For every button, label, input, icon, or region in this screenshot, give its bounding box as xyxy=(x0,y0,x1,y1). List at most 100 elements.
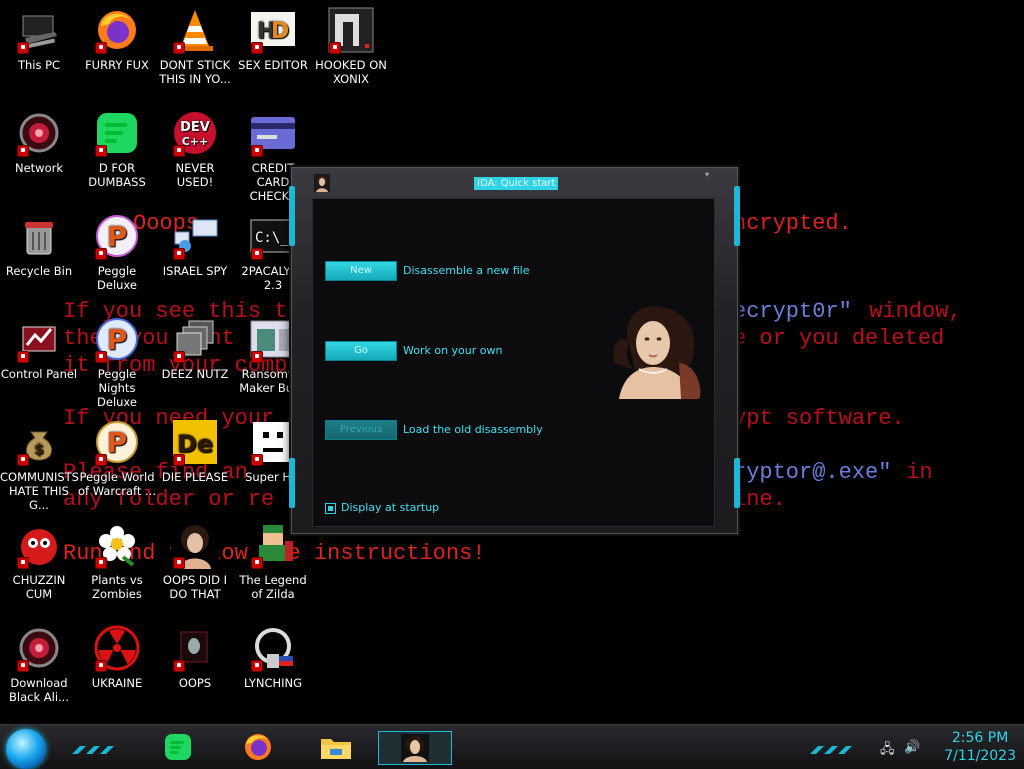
taskbar-file-explorer[interactable] xyxy=(318,731,354,763)
hxd-icon: HD xyxy=(249,6,297,54)
folder-icon xyxy=(321,739,351,759)
windows-stack-icon xyxy=(171,315,219,363)
vlc-cone-icon xyxy=(171,6,219,54)
network-icon xyxy=(15,109,63,157)
go-button[interactable]: Go xyxy=(325,341,397,361)
de-icon: De xyxy=(171,418,219,466)
frame-accent-right-bottom xyxy=(734,458,740,508)
clock-date: 7/11/2023 xyxy=(944,748,1016,764)
new-button[interactable]: New xyxy=(325,261,397,281)
portrait-image xyxy=(609,303,703,399)
wallpaper-line-3-right: e or you deleted xyxy=(733,326,945,351)
desktop-icon-peggle-nights[interactable]: P Peggle Nights Deluxe xyxy=(78,309,156,409)
wallpaper-line-2-right: window, xyxy=(856,299,962,324)
desktop-icon-this-pc[interactable]: This PC xyxy=(0,0,78,72)
desktop-icon-deez-nutz[interactable]: DEEZ NUTZ xyxy=(156,309,234,381)
volume-icon[interactable]: 🔊 xyxy=(904,740,920,755)
peggle-icon: P xyxy=(93,418,141,466)
previous-button[interactable]: Previous xyxy=(325,420,397,440)
desktop-icon-oops[interactable]: OOPS xyxy=(156,618,234,690)
svg-text:DEV: DEV xyxy=(180,120,210,135)
desktop-icon-recycle-bin[interactable]: Recycle Bin xyxy=(0,206,78,278)
taskbar-decor-right xyxy=(810,739,854,754)
ida-quick-start-window[interactable]: IDA: Quick start ▾ New Disassemble a new… xyxy=(289,167,740,534)
desktop-icon-control-panel[interactable]: Control Panel xyxy=(0,309,78,381)
pixel-hero-icon xyxy=(249,521,297,569)
network-icon xyxy=(15,624,63,672)
dev-cpp-icon: DEV C++ xyxy=(171,109,219,157)
network-computers-icon xyxy=(171,212,219,260)
desktop-icon-plants-vs-zombies[interactable]: Plants vs Zombies xyxy=(78,515,156,601)
xonix-icon xyxy=(327,6,375,54)
firefox-icon xyxy=(245,734,271,760)
clock[interactable]: 2:56 PM 7/11/2023 xyxy=(944,729,1016,765)
wallpaper-line-2-blue: ecrypt0r" xyxy=(733,299,852,324)
desktop-icon-d-for-dumbass[interactable]: D FOR DUMBASS xyxy=(78,103,156,189)
new-description: Disassemble a new file xyxy=(403,264,530,277)
desktop-icon-ukraine[interactable]: UKRAINE xyxy=(78,618,156,690)
radiation-icon xyxy=(93,624,141,672)
computer-icon xyxy=(15,6,63,54)
start-button[interactable] xyxy=(6,729,46,769)
desktop-icon-oops-did-i[interactable]: OOPS DID I DO THAT xyxy=(156,515,234,601)
spotify-icon xyxy=(93,109,141,157)
network-tray-icon[interactable]: 🖧 xyxy=(880,740,895,762)
desktop-icon-download-black-ali[interactable]: Download Black Ali... xyxy=(0,618,78,704)
desktop-icon-peggle-wow[interactable]: P Peggle World of Warcraft ... xyxy=(78,412,156,498)
wallpaper-line-5-right: ypt software. xyxy=(733,406,905,431)
control-panel-icon xyxy=(15,315,63,363)
desktop-icon-hooked-on-xonix[interactable]: HOOKED ON XONIX xyxy=(312,0,390,86)
app-window-icon xyxy=(249,315,297,363)
taskbar-firefox[interactable] xyxy=(240,731,276,763)
oops-icon xyxy=(171,624,219,672)
peggle-icon: P xyxy=(93,212,141,260)
desktop-icon-peggle-deluxe[interactable]: P Peggle Deluxe xyxy=(78,206,156,292)
desktop-icon-israel-spy[interactable]: ISRAEL SPY xyxy=(156,206,234,278)
desktop-icon-communists[interactable]: $ COMMUNISTS HATE THIS G... xyxy=(0,412,79,512)
desktop-icon-sex-editor[interactable]: HD SEX EDITOR xyxy=(234,0,312,72)
recycle-bin-icon xyxy=(15,212,63,260)
chuzzle-icon xyxy=(15,521,63,569)
app-portrait-icon xyxy=(314,174,330,192)
desktop-icon-never-used[interactable]: DEV C++ NEVER USED! xyxy=(156,103,234,189)
svg-text:P: P xyxy=(107,426,128,459)
wallpaper-line-6-blue: ryptor@.exe" xyxy=(733,460,892,485)
wallpaper-line-7-right: ine. xyxy=(733,487,786,512)
taskbar-spotify[interactable] xyxy=(160,731,196,763)
svg-text:D: D xyxy=(271,19,289,44)
desktop-icon-lynching[interactable]: LYNCHING xyxy=(234,618,312,690)
flower-icon xyxy=(93,521,141,569)
desktop-icon-chuzzin[interactable]: CHUZZIN CUM xyxy=(0,515,78,601)
close-icon[interactable]: ▾ xyxy=(699,170,715,179)
wallpaper-line-1-right: ncrypted. xyxy=(733,211,852,236)
svg-text:C:\_: C:\_ xyxy=(255,230,289,246)
money-bag-icon: $ xyxy=(15,418,63,466)
svg-text:$: $ xyxy=(34,442,44,458)
previous-description: Load the old disassembly xyxy=(403,423,543,436)
firefox-icon xyxy=(93,6,141,54)
frame-accent-left-bottom xyxy=(289,458,295,508)
peggle-icon: P xyxy=(93,315,141,363)
desktop-icon-dont-stick[interactable]: DONT STICK THIS IN YO... xyxy=(156,0,234,86)
window-titlebar[interactable]: IDA: Quick start ▾ xyxy=(292,168,737,198)
display-at-startup-checkbox[interactable] xyxy=(325,503,336,514)
go-description: Work on your own xyxy=(403,344,503,357)
desktop-icon-furry-fux[interactable]: FURRY FUX xyxy=(78,0,156,72)
taskbar: 🖧 🔊 2:56 PM 7/11/2023 xyxy=(0,724,1024,769)
taskbar-ida[interactable] xyxy=(378,731,452,765)
knot-icon xyxy=(249,624,297,672)
desktop-icon-network[interactable]: Network xyxy=(0,103,78,175)
wallpaper-line-6-right: in xyxy=(893,460,933,485)
desktop-icon-die-please[interactable]: De DIE PLEASE xyxy=(156,412,234,484)
svg-text:P: P xyxy=(107,220,128,253)
credit-card-icon xyxy=(249,109,297,157)
window-title: IDA: Quick start xyxy=(474,177,559,190)
window-client-area: New Disassemble a new file Go Work on yo… xyxy=(312,198,715,527)
portrait-icon xyxy=(171,521,219,569)
clock-time: 2:56 PM xyxy=(951,730,1009,746)
taskbar-decor-left xyxy=(72,739,116,754)
svg-text:P: P xyxy=(107,323,128,356)
ida-icon xyxy=(401,734,429,762)
display-at-startup-label[interactable]: Display at startup xyxy=(341,501,439,514)
spotify-icon xyxy=(165,734,191,760)
